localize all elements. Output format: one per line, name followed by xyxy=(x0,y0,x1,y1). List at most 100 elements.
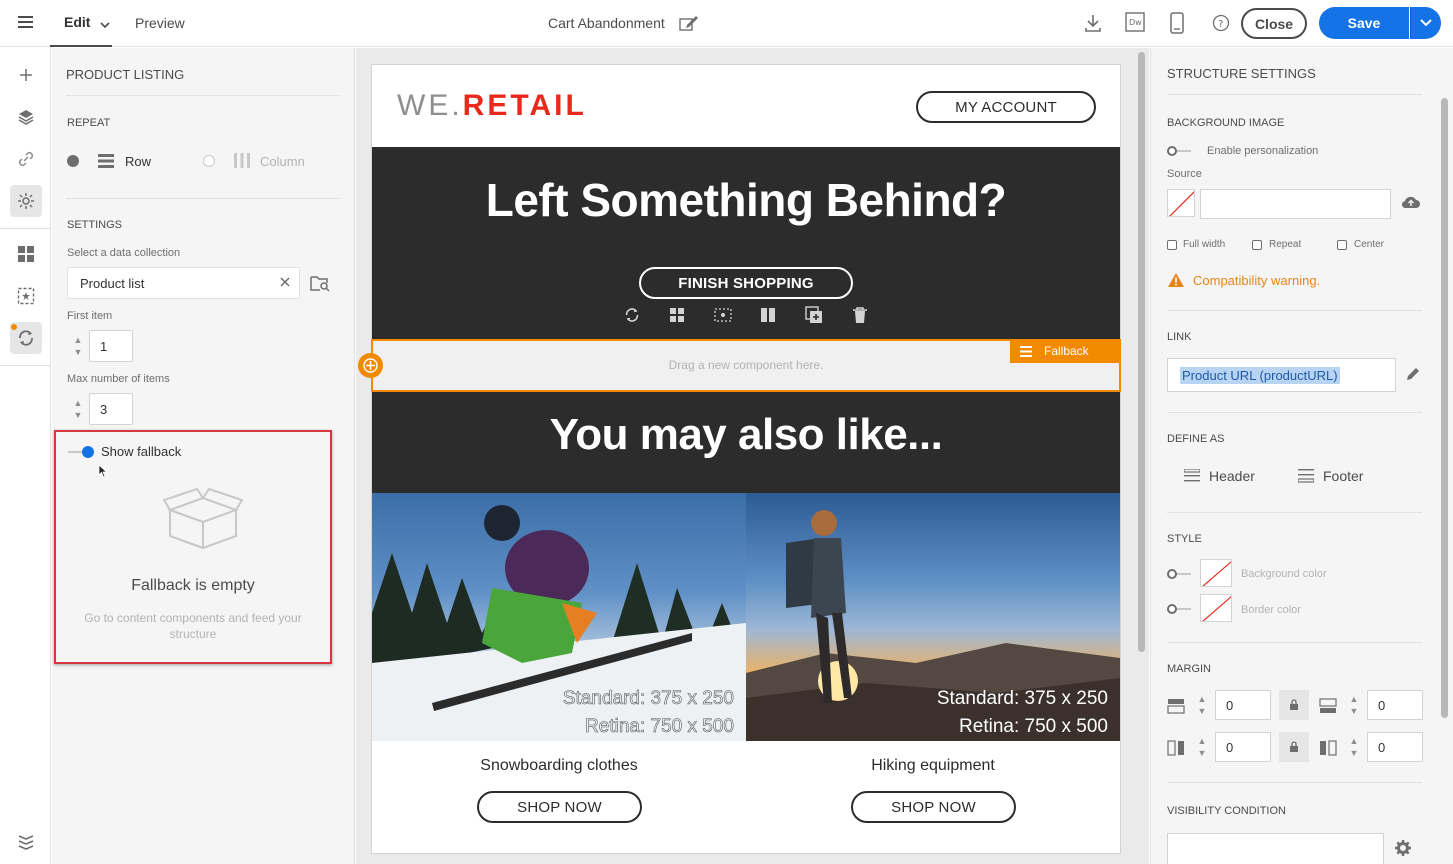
panel-title: PRODUCT LISTING xyxy=(66,67,185,82)
left-toolbar xyxy=(0,48,51,864)
fallback-tag[interactable]: Fallback xyxy=(1010,339,1121,363)
show-fallback-label[interactable]: Show fallback xyxy=(101,444,181,459)
product-listing-panel: PRODUCT LISTING REPEAT Row Column SETTIN… xyxy=(52,48,355,864)
layers-icon[interactable] xyxy=(10,101,42,133)
image-size-hint: Standard: 375 x 250 Retina: 750 x 500 xyxy=(937,685,1108,741)
columns-icon[interactable] xyxy=(760,307,776,328)
personalization-icon[interactable] xyxy=(10,185,42,217)
panel-scrollbar[interactable] xyxy=(1441,98,1448,718)
mobile-preview-icon[interactable] xyxy=(1170,12,1184,39)
grid-icon[interactable] xyxy=(669,307,685,328)
fallback-drop-zone[interactable]: Drag a new component here. Fallback xyxy=(371,339,1121,392)
tree-view-icon[interactable] xyxy=(10,827,42,859)
first-item-input[interactable]: 1 xyxy=(89,330,133,362)
bg-color-toggle[interactable] xyxy=(1167,569,1191,579)
margin-top-input[interactable]: 0 xyxy=(1215,690,1271,720)
link-field[interactable]: Product URL (productURL) xyxy=(1167,358,1396,392)
divider xyxy=(66,198,339,199)
hamburger-menu-icon[interactable] xyxy=(18,15,34,34)
link-value: Product URL (productURL) xyxy=(1180,367,1340,384)
define-footer-option[interactable]: Footer xyxy=(1323,468,1363,484)
rail-divider xyxy=(0,228,51,229)
row-option-label[interactable]: Row xyxy=(125,154,151,169)
border-color-swatch[interactable] xyxy=(1200,594,1232,622)
border-color-toggle[interactable] xyxy=(1167,604,1191,614)
data-collection-value: Product list xyxy=(80,276,145,291)
personalization-toggle[interactable] xyxy=(1167,146,1191,156)
tab-edit[interactable]: Edit xyxy=(64,14,90,30)
margin-right-arrows[interactable]: ▲ ▼ xyxy=(1343,735,1365,759)
first-item-stepper[interactable]: ▲ ▼ 1 xyxy=(67,330,137,362)
link-icon[interactable] xyxy=(10,143,42,175)
margin-right-icon xyxy=(1319,740,1337,761)
fallback-empty-description: Go to content components and feed your s… xyxy=(84,611,302,641)
margin-right-input[interactable]: 0 xyxy=(1367,732,1423,762)
column-option-label[interactable]: Column xyxy=(260,154,305,169)
lock-icon[interactable] xyxy=(1279,690,1309,720)
fallback-empty-title: Fallback is empty xyxy=(131,577,255,594)
close-button[interactable]: Close xyxy=(1241,8,1307,39)
max-items-input[interactable]: 3 xyxy=(89,393,133,425)
bg-color-swatch[interactable] xyxy=(1200,559,1232,587)
clear-icon[interactable] xyxy=(279,275,291,293)
divider xyxy=(1167,94,1422,95)
browse-collection-icon[interactable] xyxy=(310,274,330,297)
edit-title-icon[interactable] xyxy=(679,14,699,37)
logo-retail: RETAIL xyxy=(462,89,587,122)
max-items-stepper[interactable]: ▲ ▼ 3 xyxy=(67,393,137,425)
fragments-icon[interactable] xyxy=(10,280,42,312)
source-preview[interactable] xyxy=(1167,189,1195,217)
center-label: Center xyxy=(1354,239,1385,250)
tab-preview[interactable]: Preview xyxy=(135,15,185,31)
product-image-snowboard[interactable]: Standard: 375 x 250 Retina: 750 x 500 xyxy=(372,493,746,741)
bg-image-label: BACKGROUND IMAGE xyxy=(1167,117,1285,129)
finish-shopping-button[interactable]: FINISH SHOPPING xyxy=(639,267,853,299)
margin-bottom-arrows[interactable]: ▲ ▼ xyxy=(1343,693,1365,717)
center-checkbox[interactable] xyxy=(1337,240,1347,250)
rail-divider xyxy=(0,365,51,366)
product-image-hiking[interactable]: Standard: 375 x 250 Retina: 750 x 500 xyxy=(746,493,1120,741)
border-color-label: Border color xyxy=(1241,604,1301,616)
fragment-icon[interactable] xyxy=(713,307,732,327)
shop-now-button[interactable]: SHOP NOW xyxy=(477,791,642,823)
my-account-button[interactable]: MY ACCOUNT xyxy=(916,91,1096,123)
source-input[interactable] xyxy=(1200,189,1391,219)
define-header-option[interactable]: Header xyxy=(1209,468,1255,484)
row-radio[interactable] xyxy=(67,155,79,167)
fallback-highlight: Show fallback Fallback is empty Go to co… xyxy=(54,430,332,664)
edit-pencil-icon[interactable] xyxy=(1405,366,1421,387)
margin-left-input[interactable]: 0 xyxy=(1215,732,1271,762)
trash-icon[interactable] xyxy=(852,306,868,329)
compatibility-warning[interactable]: Compatibility warning. xyxy=(1193,273,1320,288)
column-radio[interactable] xyxy=(203,155,215,167)
visibility-condition-input[interactable] xyxy=(1167,833,1384,864)
stepper-arrows[interactable]: ▲ ▼ xyxy=(67,397,89,421)
save-button[interactable]: Save xyxy=(1319,7,1409,39)
empty-box-icon xyxy=(162,487,244,555)
stepper-arrows[interactable]: ▲ ▼ xyxy=(67,334,89,358)
shop-now-button[interactable]: SHOP NOW xyxy=(851,791,1016,823)
margin-left-arrows[interactable]: ▲ ▼ xyxy=(1191,735,1213,759)
add-component-icon[interactable] xyxy=(358,353,383,378)
download-icon[interactable] xyxy=(1084,13,1102,38)
upload-cloud-icon[interactable] xyxy=(1401,194,1421,215)
show-fallback-toggle[interactable] xyxy=(68,446,94,458)
dynamic-content-icon[interactable] xyxy=(624,307,640,328)
dreamweaver-icon[interactable]: Dw xyxy=(1125,12,1145,37)
document-title: Cart Abandonment xyxy=(548,15,665,31)
full-width-checkbox[interactable] xyxy=(1167,240,1177,250)
margin-bottom-input[interactable]: 0 xyxy=(1367,690,1423,720)
chevron-down-icon[interactable] xyxy=(100,16,110,34)
canvas-scrollbar[interactable] xyxy=(1138,52,1145,652)
content-components-icon[interactable] xyxy=(10,238,42,270)
lock-icon[interactable] xyxy=(1279,732,1309,762)
gear-icon[interactable] xyxy=(1394,839,1412,862)
we-retail-logo[interactable]: WE.RETAIL xyxy=(397,89,587,123)
duplicate-icon[interactable] xyxy=(805,305,823,329)
add-icon[interactable] xyxy=(10,59,42,91)
margin-top-arrows[interactable]: ▲ ▼ xyxy=(1191,693,1213,717)
data-collection-field[interactable]: Product list xyxy=(67,267,300,299)
help-icon[interactable]: ? xyxy=(1212,14,1230,37)
save-options-button[interactable] xyxy=(1410,7,1441,39)
repeat-checkbox[interactable] xyxy=(1252,240,1262,250)
